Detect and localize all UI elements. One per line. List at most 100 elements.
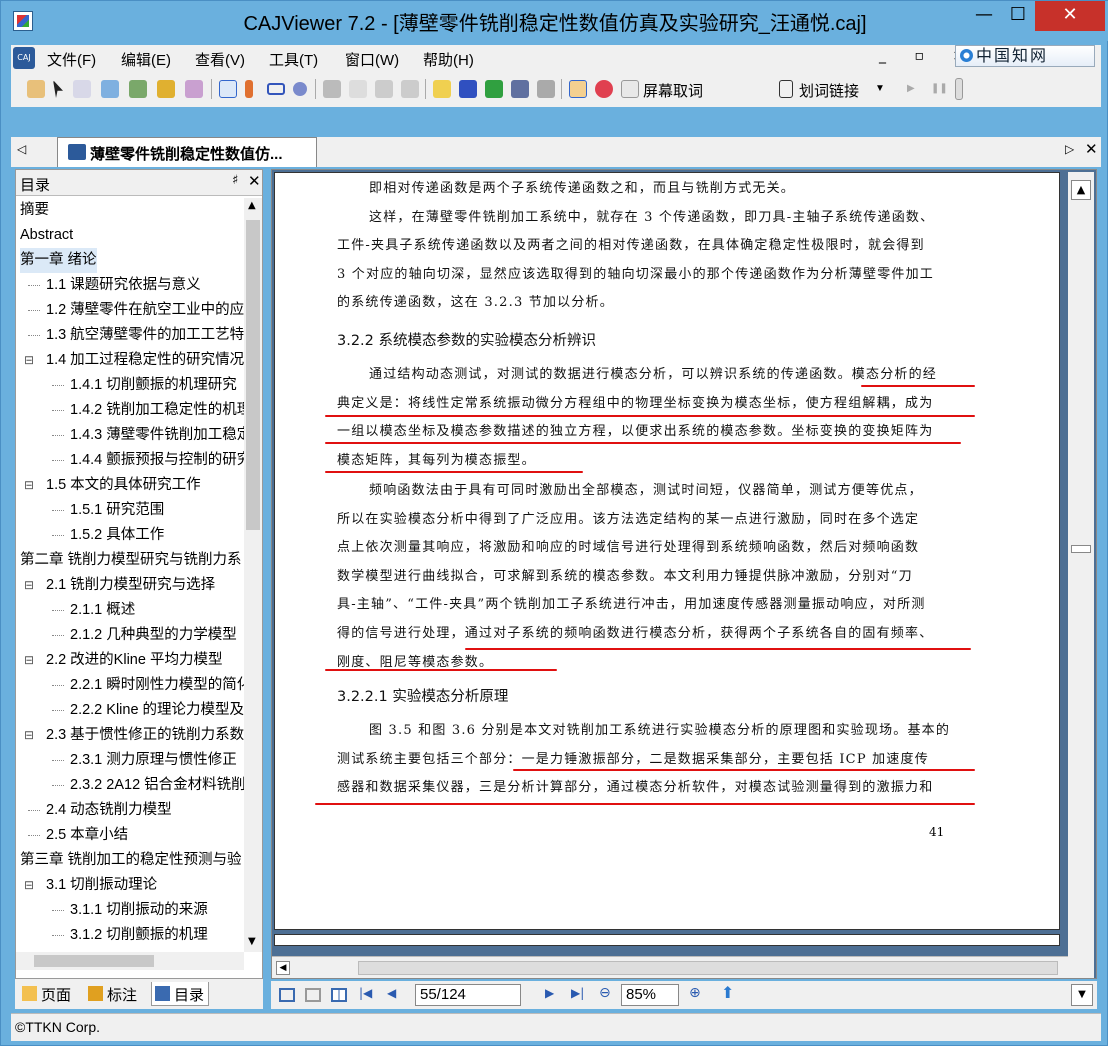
underline-annotation[interactable] <box>861 385 975 387</box>
search-person-icon[interactable] <box>537 80 555 98</box>
word-link-icon[interactable] <box>779 80 793 98</box>
underline-annotation[interactable] <box>325 442 961 444</box>
continuous-view-icon[interactable] <box>305 988 321 1002</box>
toc-horizontal-scrollbar[interactable] <box>16 952 244 970</box>
toc-item[interactable]: 2.4 动态铣削力模型 <box>16 798 244 823</box>
scroll-down-icon[interactable]: ▼ <box>248 936 256 947</box>
toc-item[interactable]: 1.4.2 铣削加工稳定性的机理 <box>16 398 244 423</box>
scroll-thumb[interactable] <box>34 955 154 967</box>
toc-item[interactable]: ⊟ 2.3 基于惯性修正的铣削力系数 <box>16 723 244 748</box>
screen-fetch-label[interactable]: 屏幕取词 <box>643 80 703 101</box>
notes-icon[interactable] <box>569 80 587 98</box>
underline-annotation[interactable] <box>513 769 975 771</box>
word-link-dropdown-icon[interactable]: ▼ <box>875 83 885 94</box>
rectangle-icon[interactable] <box>267 83 285 95</box>
word-link-label[interactable]: 划词链接 <box>799 80 859 101</box>
toc-item[interactable]: 2.1.2 几种典型的力学模型 <box>16 623 244 648</box>
favorite-icon[interactable] <box>595 80 613 98</box>
toc-item[interactable]: 2.3.2 2A12 铝合金材料铣削 <box>16 773 244 798</box>
underline-text-icon[interactable] <box>485 80 503 98</box>
scroll-up-icon[interactable]: ▲ <box>1071 180 1091 200</box>
toc-item[interactable]: 第一章 绪论 <box>16 248 244 273</box>
zoom-in-icon[interactable]: ⊕ <box>689 985 705 1001</box>
document-viewport[interactable]: 即相对传递函数是两个子系统传递函数之和，而且与铣削方式无关。 这样，在薄壁零件铣… <box>271 169 1097 979</box>
tab-toc[interactable]: 目录 <box>151 982 210 1006</box>
toc-item[interactable]: 第三章 铣削加工的稳定性预测与验 <box>16 848 244 873</box>
scroll-to-top-icon[interactable]: ⬆ <box>721 983 737 1002</box>
scroll-down-button[interactable]: ▼ <box>1071 984 1093 1006</box>
text-color-icon[interactable] <box>459 80 477 98</box>
toc-item[interactable]: ⊟ 2.2 改进的Kline 平均力模型 <box>16 648 244 673</box>
text-select-icon[interactable] <box>73 80 91 98</box>
scroll-left-icon[interactable]: ◀ <box>276 961 290 975</box>
toc-item[interactable]: 1.2 薄壁零件在航空工业中的应 <box>16 298 244 323</box>
screen-fetch-icon[interactable] <box>621 80 639 98</box>
audio-icon[interactable] <box>401 80 419 98</box>
tree-collapse-icon[interactable]: ⊟ <box>24 873 34 898</box>
zoom-level-input[interactable]: 85% <box>621 984 679 1006</box>
cnki-brand-logo[interactable]: 中国知网 <box>955 45 1095 67</box>
single-page-view-icon[interactable] <box>279 988 295 1002</box>
hand-tool-icon[interactable] <box>27 80 45 98</box>
underline-annotation[interactable] <box>325 415 975 417</box>
toc-item[interactable]: 第二章 铣削力模型研究与铣削力系 <box>16 548 244 573</box>
toc-item[interactable]: 1.4.1 切削颤振的机理研究 <box>16 373 244 398</box>
previous-page-icon[interactable]: ◀ <box>387 986 403 1000</box>
tree-collapse-icon[interactable]: ⊟ <box>24 348 34 373</box>
zoom-out-icon[interactable]: ⊖ <box>599 985 615 1001</box>
next-page-icon[interactable]: ▶ <box>545 986 561 1000</box>
toc-item[interactable]: 2.2.1 瞬时刚性力模型的简化 <box>16 673 244 698</box>
toolbar-overflow-icon[interactable] <box>955 78 963 100</box>
last-page-icon[interactable]: ▶| <box>571 986 587 1000</box>
toc-item[interactable]: 2.3.1 测力原理与惯性修正 <box>16 748 244 773</box>
tab-pages[interactable]: 页面 <box>19 982 75 1006</box>
tree-collapse-icon[interactable]: ⊟ <box>24 723 34 748</box>
scroll-up-icon[interactable]: ▲ <box>248 200 256 211</box>
menu-file[interactable]: 文件(F) <box>47 49 96 70</box>
highlight-text-icon[interactable] <box>433 80 451 98</box>
bookmark-icon[interactable] <box>185 80 203 98</box>
scroll-thumb[interactable] <box>358 961 1058 975</box>
toc-item[interactable]: 3.1.1 切削振动的来源 <box>16 898 244 923</box>
menu-view[interactable]: 查看(V) <box>195 49 245 70</box>
toc-item[interactable]: 2.1.1 概述 <box>16 598 244 623</box>
page-number-input[interactable]: 55/124 <box>415 984 521 1006</box>
eraser-icon[interactable] <box>323 80 341 98</box>
document-horizontal-scrollbar[interactable]: ◀ <box>272 956 1068 978</box>
scroll-thumb[interactable] <box>246 220 260 530</box>
toc-item[interactable]: 1.4.3 薄壁零件铣削加工稳定 <box>16 423 244 448</box>
toc-item[interactable]: ⊟ 1.4 加工过程稳定性的研究情况 <box>16 348 244 373</box>
toc-item[interactable]: 1.5.1 研究范围 <box>16 498 244 523</box>
anchor-icon[interactable] <box>511 80 529 98</box>
close-window-button[interactable]: ✕ <box>1035 1 1105 31</box>
pause-icon[interactable]: ❚❚ <box>931 83 948 94</box>
tree-collapse-icon[interactable]: ⊟ <box>24 573 34 598</box>
tab-annotations[interactable]: 标注 <box>85 982 141 1006</box>
select-arrow-icon[interactable] <box>53 80 63 98</box>
document-vertical-scrollbar[interactable]: ▲ <box>1068 172 1094 978</box>
pen-line-icon[interactable] <box>219 80 237 98</box>
tab-current-document[interactable]: 薄壁零件铣削稳定性数值仿... <box>57 137 317 167</box>
toc-item[interactable]: 1.1 课题研究依据与意义 <box>16 273 244 298</box>
toc-item[interactable]: 1.4.4 颤振预报与控制的研究 <box>16 448 244 473</box>
menu-window[interactable]: 窗口(W) <box>345 49 399 70</box>
toc-item[interactable]: 摘要 <box>16 198 244 223</box>
ocr-icon[interactable] <box>157 80 175 98</box>
tree-collapse-icon[interactable]: ⊟ <box>24 648 34 673</box>
image-select-icon[interactable] <box>101 80 119 98</box>
toc-item[interactable]: ⊟ 2.1 铣削力模型研究与选择 <box>16 573 244 598</box>
next-icon[interactable]: ▶ <box>907 83 915 94</box>
tab-scroll-left-icon[interactable]: ◁ <box>17 142 26 156</box>
toc-item[interactable]: ⊟ 3.1 切削振动理论 <box>16 873 244 898</box>
toc-item[interactable]: 1.3 航空薄壁零件的加工工艺特 <box>16 323 244 348</box>
menu-help[interactable]: 帮助(H) <box>423 49 474 70</box>
attach-icon[interactable] <box>375 80 393 98</box>
toc-vertical-scrollbar[interactable]: ▲ ▼ <box>244 198 262 952</box>
toc-item[interactable]: 1.5.2 具体工作 <box>16 523 244 548</box>
scroll-thumb[interactable] <box>1071 545 1091 553</box>
underline-annotation[interactable] <box>325 471 583 473</box>
two-page-view-icon[interactable] <box>331 988 347 1002</box>
snapshot-icon[interactable] <box>129 80 147 98</box>
pin-icon[interactable]: ♯ <box>232 173 238 188</box>
close-tab-icon[interactable]: ✕ <box>1085 140 1098 158</box>
